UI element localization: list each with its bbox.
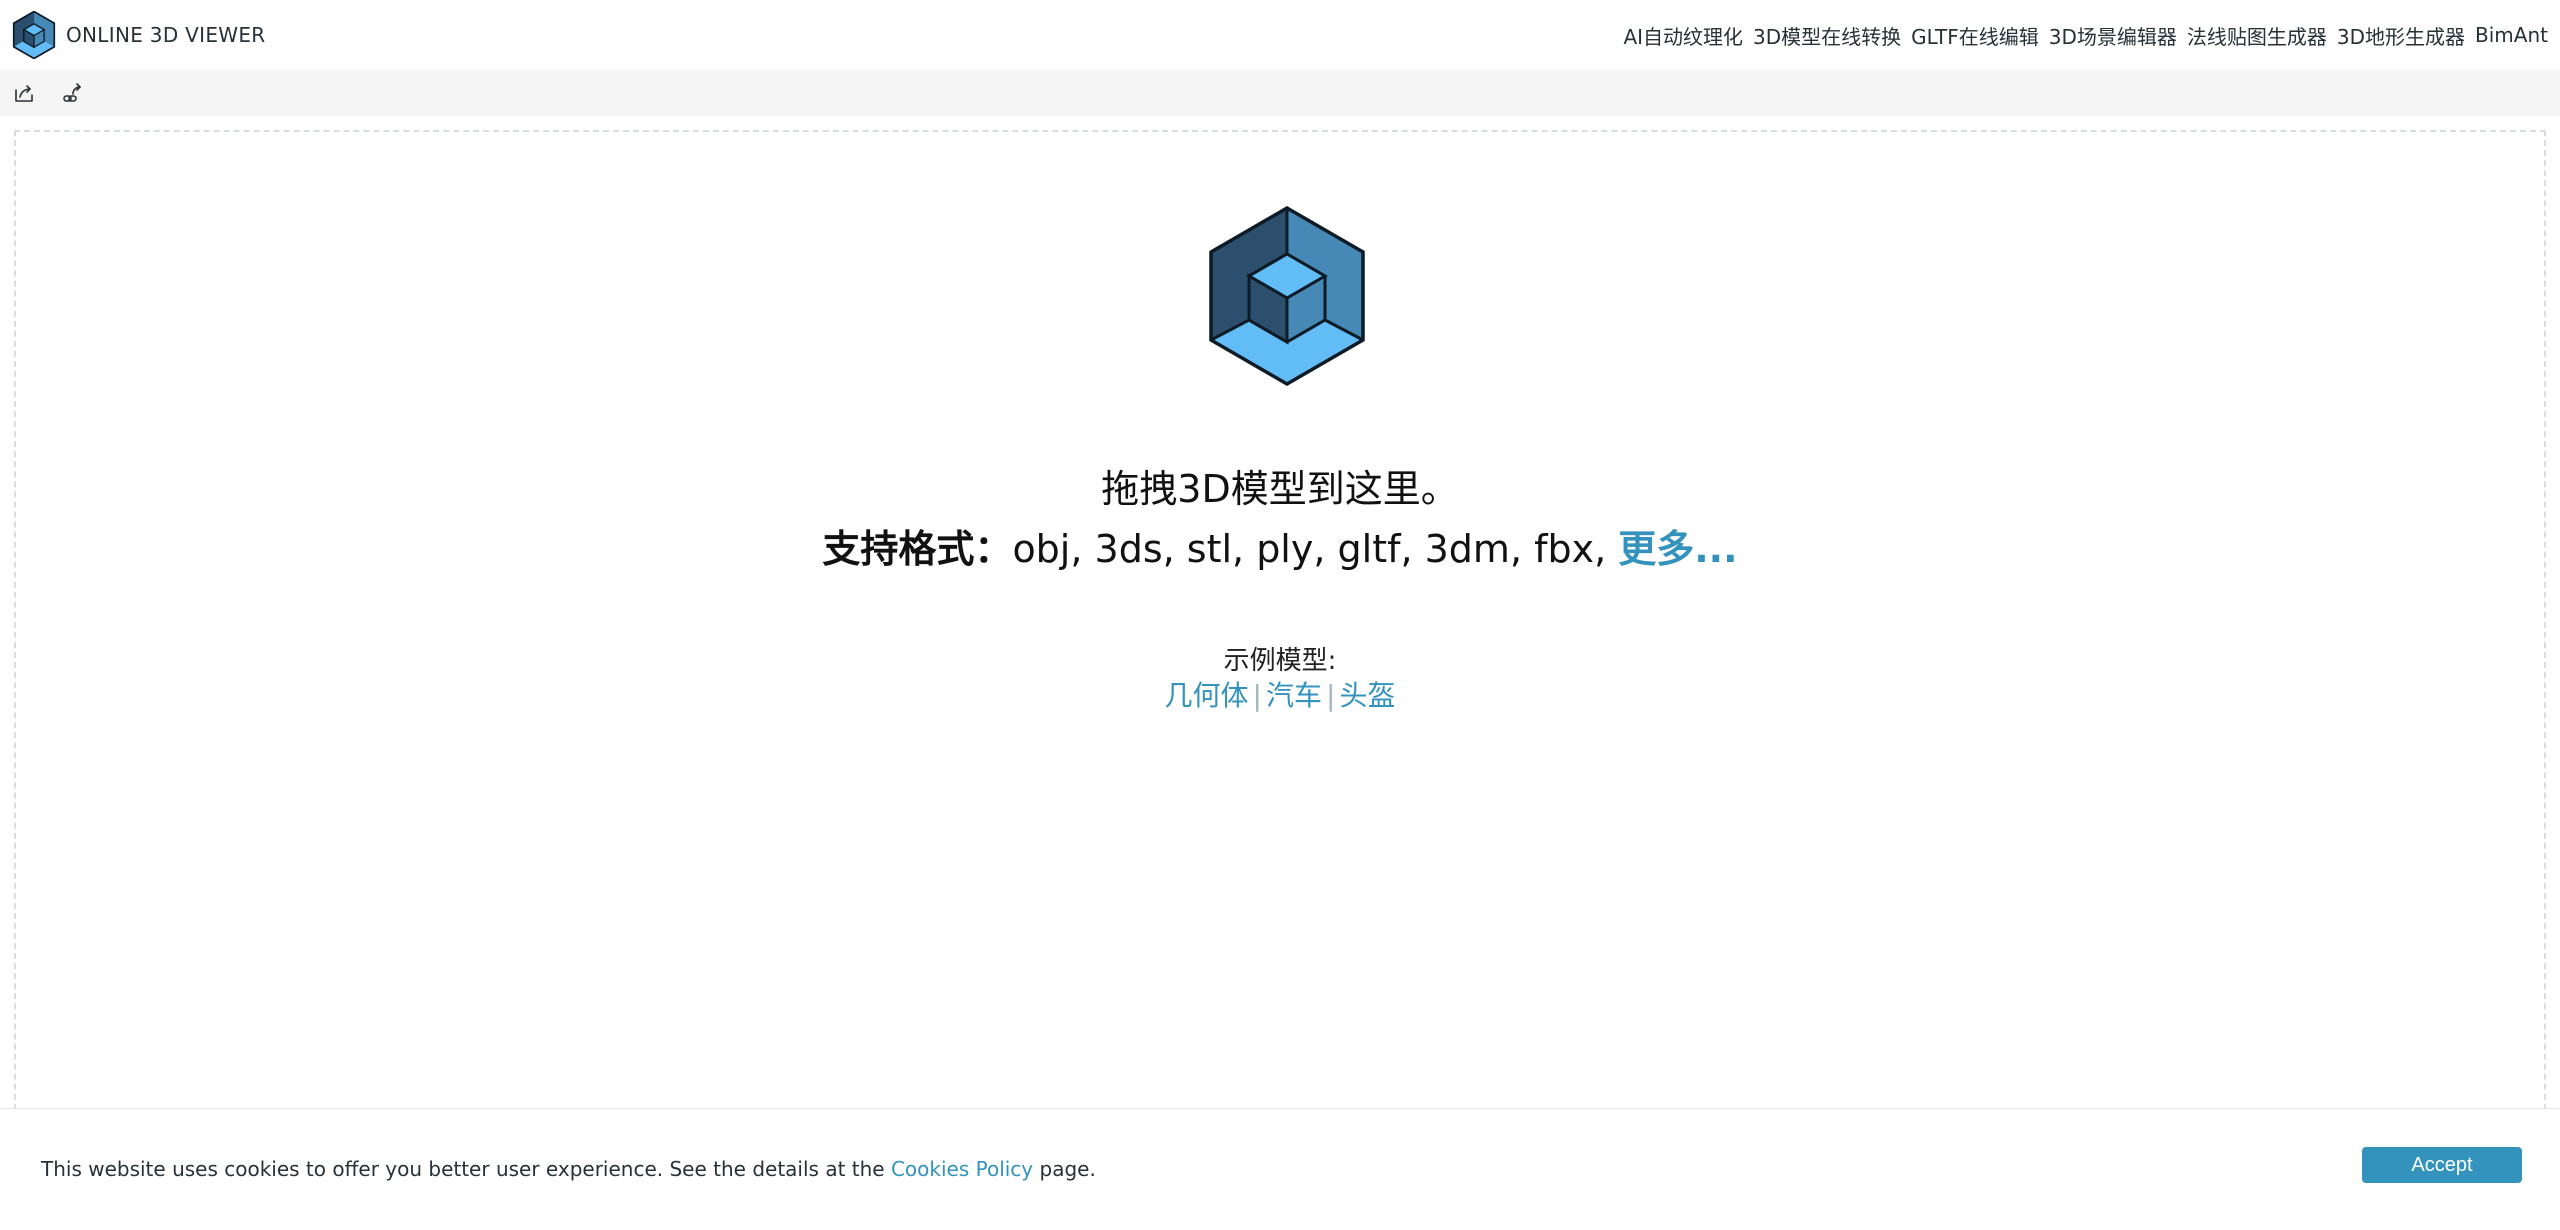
brand[interactable]: ONLINE 3D VIEWER (12, 11, 266, 59)
nav-link-model-convert[interactable]: 3D模型在线转换 (1753, 21, 1901, 50)
cookies-policy-link[interactable]: Cookies Policy (891, 1157, 1033, 1181)
nav-link-gltf-editor[interactable]: GLTF在线编辑 (1911, 21, 2039, 50)
separator: | (1326, 679, 1336, 712)
nav-link-terrain[interactable]: 3D地形生成器 (2337, 21, 2465, 50)
formats-list: obj, 3ds, stl, ply, gltf, 3dm, fbx, (1012, 527, 1619, 571)
supported-formats: 支持格式：obj, 3ds, stl, ply, gltf, 3dm, fbx,… (16, 518, 2544, 573)
accept-cookies-button[interactable]: Accept (2362, 1147, 2522, 1183)
nav-link-ai-texture[interactable]: AI自动纹理化 (1623, 21, 1743, 50)
nav-link-normal-map[interactable]: 法线贴图生成器 (2187, 21, 2327, 50)
examples-title: 示例模型: (1223, 646, 1337, 676)
brand-title: ONLINE 3D VIEWER (66, 23, 266, 47)
top-nav: AI自动纹理化 3D模型在线转换 GLTF在线编辑 3D场景编辑器 法线贴图生成… (1623, 21, 2548, 50)
examples-list: 几何体 | 汽车 | 头盔 (16, 674, 2544, 714)
open-file-button[interactable] (12, 80, 38, 106)
separator: | (1252, 679, 1262, 712)
example-link-geometry[interactable]: 几何体 (1165, 679, 1249, 712)
drop-area[interactable]: 拖拽3D模型到这里。 支持格式：obj, 3ds, stl, ply, gltf… (14, 130, 2546, 1180)
cookie-banner: This website uses cookies to offer you b… (0, 1108, 2560, 1230)
app-header: ONLINE 3D VIEWER AI自动纹理化 3D模型在线转换 GLTF在线… (0, 0, 2560, 70)
cookie-text-after: page. (1033, 1157, 1096, 1181)
cookie-message: This website uses cookies to offer you b… (41, 1157, 1096, 1181)
open-file-icon (15, 85, 33, 102)
toolbar (0, 70, 2560, 116)
formats-label: 支持格式： (822, 527, 1013, 571)
open-url-icon (63, 83, 81, 102)
example-link-car[interactable]: 汽车 (1266, 679, 1322, 712)
cookie-text-before: This website uses cookies to offer you b… (41, 1157, 891, 1181)
logo-icon (12, 11, 56, 59)
open-url-button[interactable] (60, 80, 86, 106)
viewer-logo-icon (1209, 206, 1365, 386)
drop-instructions: 拖拽3D模型到这里。 (1101, 467, 1459, 511)
formats-more-link[interactable]: 更多... (1618, 527, 1737, 571)
example-link-helmet[interactable]: 头盔 (1339, 679, 1395, 712)
nav-link-scene-editor[interactable]: 3D场景编辑器 (2049, 21, 2177, 50)
nav-link-bimant[interactable]: BimAnt (2475, 23, 2548, 47)
